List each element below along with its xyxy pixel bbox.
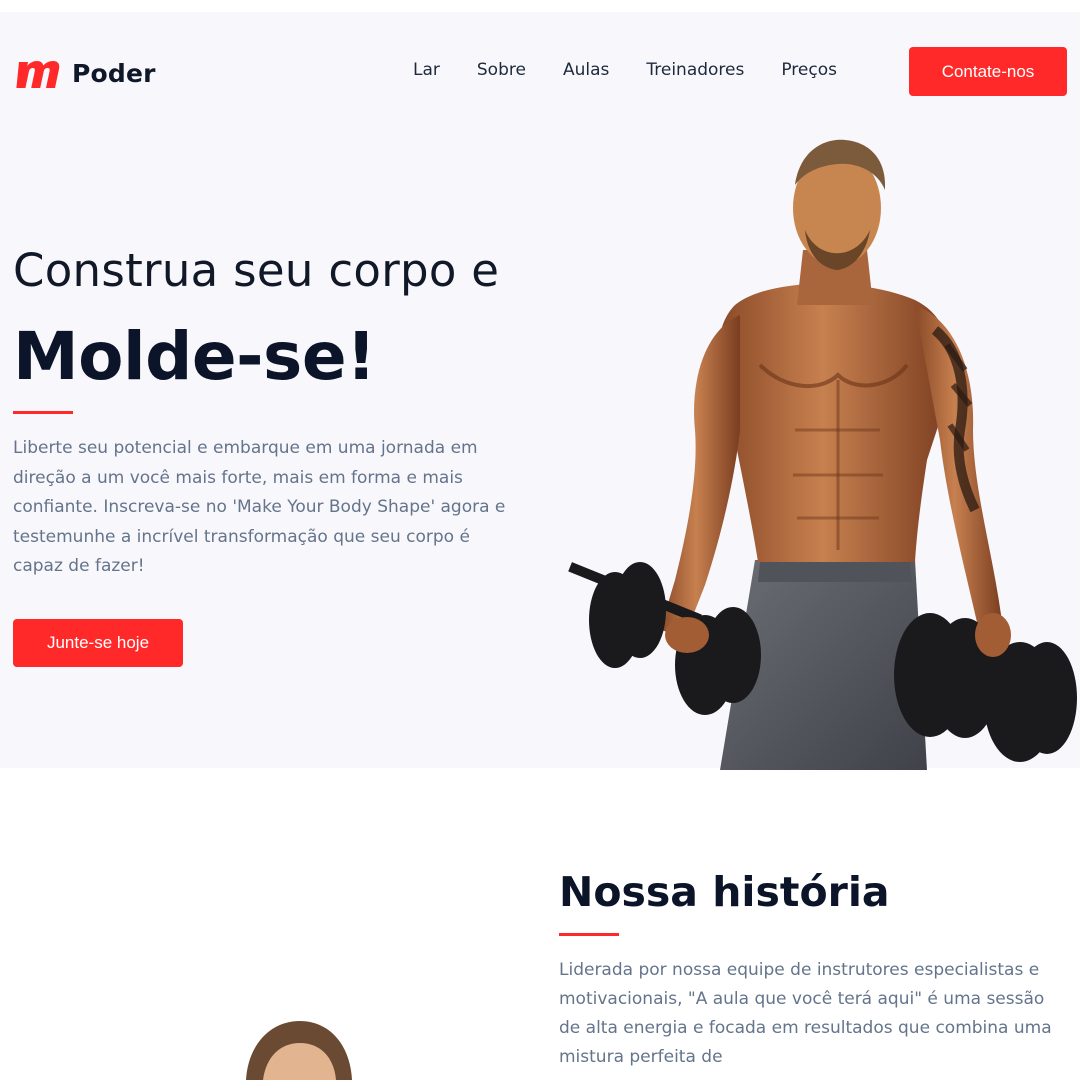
brand-logo[interactable]: Poder — [14, 56, 156, 90]
hero-subtitle: Construa seu corpo e — [13, 244, 500, 297]
m-logo-icon — [16, 61, 60, 88]
story-accent-divider — [559, 933, 619, 936]
main-navigation: Lar Sobre Aulas Treinadores Preços — [413, 60, 837, 80]
hero-accent-divider — [13, 411, 73, 414]
navbar: Poder Lar Sobre Aulas Treinadores Preços… — [0, 12, 1080, 132]
muscular-man-with-dumbbells-image — [568, 139, 1077, 770]
nav-link-sobre[interactable]: Sobre — [477, 60, 526, 80]
nav-link-treinadores[interactable]: Treinadores — [646, 60, 744, 80]
brand-name: Poder — [72, 58, 156, 88]
nav-link-precos[interactable]: Preços — [781, 60, 837, 80]
hero-description: Liberte seu potencial e embarque em uma … — [13, 438, 506, 576]
story-description: Liderada por nossa equipe de instrutores… — [559, 960, 1052, 1067]
contact-button[interactable]: Contate-nos — [909, 47, 1067, 96]
nav-link-aulas[interactable]: Aulas — [563, 60, 609, 80]
trainer-portrait-image — [246, 1021, 352, 1080]
nav-link-lar[interactable]: Lar — [413, 60, 440, 80]
story-title: Nossa história — [559, 868, 890, 916]
join-today-button[interactable]: Junte-se hoje — [13, 619, 183, 667]
hero-title: Molde-se! — [13, 318, 376, 395]
